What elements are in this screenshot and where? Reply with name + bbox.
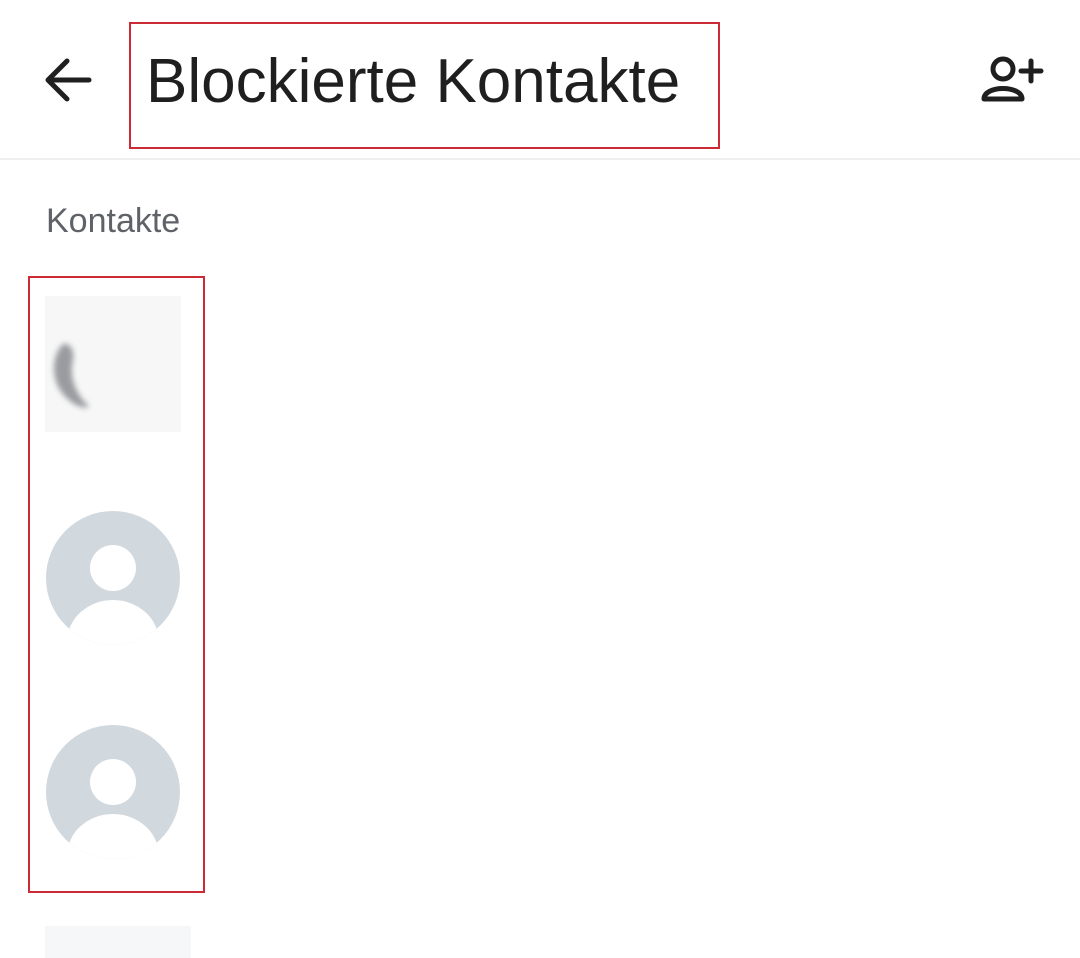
arrow-left-icon <box>45 58 92 102</box>
section-header-contacts: Kontakte <box>46 202 181 240</box>
partial-contact-row[interactable] <box>45 926 191 958</box>
page-title: Blockierte Kontakte <box>146 47 681 116</box>
add-blocked-contact-button[interactable] <box>974 48 1050 112</box>
back-button[interactable] <box>36 48 100 112</box>
app-bar: Blockierte Kontakte <box>0 0 1080 160</box>
person-add-icon <box>981 56 1044 102</box>
avatars-highlight-box <box>28 276 205 893</box>
blocked-contacts-screen: Blockierte Kontakte Kontakte <box>0 0 1080 958</box>
